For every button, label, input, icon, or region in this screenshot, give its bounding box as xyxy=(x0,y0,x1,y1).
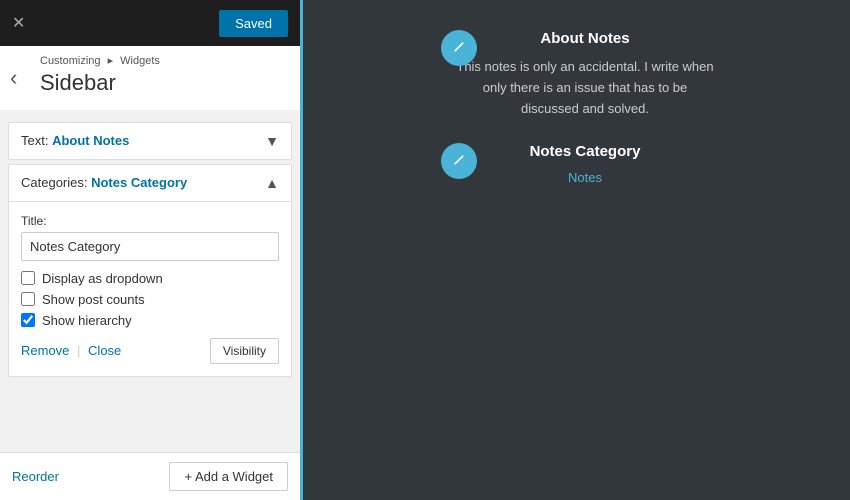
right-panel: About Notes This notes is only an accide… xyxy=(300,0,850,500)
preview-divider xyxy=(300,0,303,500)
widget-text-chevron: ▼ xyxy=(265,133,279,149)
display-as-dropdown-label: Display as dropdown xyxy=(42,271,163,286)
show-post-counts-label: Show post counts xyxy=(42,292,145,307)
reorder-button[interactable]: Reorder xyxy=(12,469,59,484)
preview-about-notes: About Notes This notes is only an accide… xyxy=(455,30,715,119)
breadcrumb-root: Customizing xyxy=(40,55,101,67)
display-as-dropdown-checkbox[interactable] xyxy=(21,271,35,285)
page-title: Sidebar xyxy=(40,69,292,102)
title-field-label: Title: xyxy=(21,214,279,228)
widget-categories-expanded: Title: Display as dropdown Show post cou… xyxy=(9,201,291,376)
widget-text: Text: About Notes ▼ xyxy=(8,122,292,160)
preview-notes-category-title: Notes Category xyxy=(455,143,715,160)
bottom-bar: Reorder + Add a Widget xyxy=(0,452,300,500)
widget-text-value: About Notes xyxy=(52,133,129,148)
widget-categories-key: Categories: xyxy=(21,175,91,190)
breadcrumb-section: Widgets xyxy=(120,55,160,67)
widget-categories: Categories: Notes Category ▲ Title: Disp… xyxy=(8,164,292,377)
back-button[interactable]: ‹ xyxy=(0,65,27,91)
pencil-icon-2 xyxy=(452,154,466,168)
widget-text-label: Text: About Notes xyxy=(21,133,129,148)
preview-about-notes-body: This notes is only an accidental. I writ… xyxy=(455,57,715,119)
edit-about-notes-button[interactable] xyxy=(441,30,477,66)
widget-text-header[interactable]: Text: About Notes ▼ xyxy=(9,123,291,159)
widget-list: Text: About Notes ▼ Categories: Notes Ca… xyxy=(0,110,300,452)
checkbox-postcounts-row: Show post counts xyxy=(21,292,279,307)
top-bar: ✕ Saved xyxy=(0,0,300,46)
preview-about-notes-title: About Notes xyxy=(455,30,715,47)
widget-categories-value: Notes Category xyxy=(91,175,187,190)
breadcrumb: Customizing ▸ Widgets xyxy=(40,54,292,67)
widget-actions: Remove | Close Visibility xyxy=(21,338,279,364)
checkbox-dropdown-row: Display as dropdown xyxy=(21,271,279,286)
link-actions: Remove | Close xyxy=(21,343,121,358)
title-input[interactable] xyxy=(21,232,279,261)
widget-categories-chevron: ▲ xyxy=(265,175,279,191)
link-separator: | xyxy=(77,343,84,358)
show-hierarchy-label: Show hierarchy xyxy=(42,313,132,328)
add-widget-button[interactable]: + Add a Widget xyxy=(169,462,288,491)
visibility-button[interactable]: Visibility xyxy=(210,338,279,364)
preview-notes-category: Notes Category Notes xyxy=(455,143,715,185)
checkbox-hierarchy-row: Show hierarchy xyxy=(21,313,279,328)
widget-categories-label: Categories: Notes Category xyxy=(21,175,187,190)
breadcrumb-arrow: ▸ xyxy=(108,55,117,67)
widget-categories-header[interactable]: Categories: Notes Category ▲ xyxy=(9,165,291,201)
left-panel: ✕ Saved ‹ Customizing ▸ Widgets Sidebar … xyxy=(0,0,300,500)
close-icon[interactable]: ✕ xyxy=(12,13,25,33)
show-post-counts-checkbox[interactable] xyxy=(21,292,35,306)
widget-text-key: Text: xyxy=(21,133,52,148)
saved-button[interactable]: Saved xyxy=(219,10,288,37)
preview-notes-link[interactable]: Notes xyxy=(455,170,715,185)
breadcrumb-area: ‹ Customizing ▸ Widgets Sidebar xyxy=(0,46,300,110)
close-link[interactable]: Close xyxy=(88,343,121,358)
pencil-icon xyxy=(452,41,466,55)
show-hierarchy-checkbox[interactable] xyxy=(21,313,35,327)
remove-link[interactable]: Remove xyxy=(21,343,69,358)
